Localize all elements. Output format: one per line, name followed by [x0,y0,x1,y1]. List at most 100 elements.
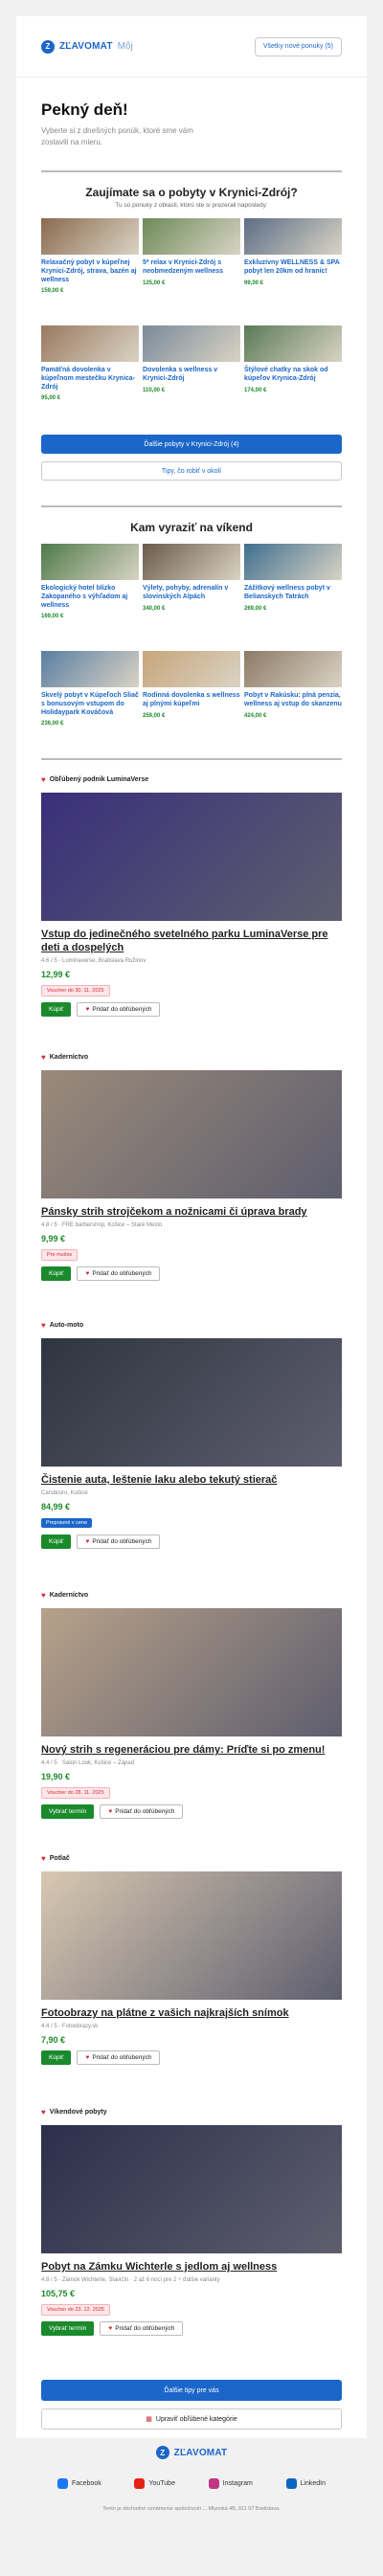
social-link-youtube[interactable]: YouTube [134,2478,175,2489]
deal-action-button[interactable]: Kúpiť [41,2050,72,2065]
offer-tile[interactable]: Výlety, pohyby, adrenalín v slovinských … [143,544,240,647]
add-favorite-button[interactable]: ♥ Pridať do obľúbených [77,1266,161,1281]
deal-title[interactable]: Fotoobrazy na plátne z vašich najkrajšíc… [41,2007,342,2021]
logo-icon: Z [41,39,55,54]
offer-tile[interactable]: Štýlové chatky na skok od kúpeľov Krynic… [244,325,342,429]
deal-action-button[interactable]: Kúpiť [41,1534,72,1549]
heart-icon: ♥ [41,1590,46,1600]
heart-icon: ♥ [85,2053,90,2061]
deal-title[interactable]: Pánsky strih strojčekom a nožnicami či ú… [41,1206,342,1220]
deal-title[interactable]: Čistenie auta, leštenie laku alebo tekut… [41,1474,342,1488]
deal-location: 4.8 / 5 · Zámok Wichterle, Slavičín · 2 … [41,2276,220,2283]
offer-tile[interactable]: Exkluzívny WELLNESS & SPA pobyt len 20km… [244,218,342,322]
deal-category-label: Kaderníctvo [49,1591,89,1599]
deal-image[interactable] [41,793,342,921]
deal-category: ♥ Víkendové pobyty [41,2106,342,2117]
deal-image[interactable] [41,1608,342,1736]
add-favorite-button[interactable]: ♥ Pridať do obľúbených [100,2320,184,2336]
heart-icon: ♥ [41,2107,46,2117]
social-label: LinkedIn [300,2480,326,2487]
offer-title: Relaxačný pobyt v kúpeľnej Krynici-Zdrój… [41,259,137,283]
deal-location: 4.8 / 5 · FRE barbershop, Košice – Staré… [41,1221,163,1228]
offer-tile[interactable]: Skvelý pobyt v Kúpeľoch Sliač s bonusový… [41,651,139,754]
deal-price: 12,99 € [41,969,71,979]
offer-tile[interactable]: Pobyt v Rakúsku: plná penzia, wellness a… [244,651,342,754]
footer-address: Tento je obchodné oznámenie spoločnosti … [102,2506,281,2512]
deal-title[interactable]: Pobyt na Zámku Wichterle s jedlom aj wel… [41,2261,342,2274]
social-label: Facebook [72,2480,101,2487]
deal-category: ♥ Auto-moto [41,1319,342,1331]
greeting-title: Pekný deň! [41,101,128,119]
add-favorite-button[interactable]: ♥ Pridať do obľúbených [77,1534,161,1549]
all-offers-button[interactable]: Všetky nové ponuky (5) [254,36,342,56]
offer-price: 269,00 € [244,605,267,612]
offer-title: Skvelý pobyt v Kúpeľoch Sliač s bonusový… [41,692,139,716]
deal-action-button[interactable]: Vybrať termín [41,1803,95,1819]
deal-location: 4.4 / 5 · Fotoobrazy.sk [41,2023,99,2029]
offer-title: Pobyt v Rakúsku: plná penzia, wellness a… [244,692,342,707]
footer: Z ZĽAVOMAT Facebook YouTube Instagram Linke… [0,2446,383,2512]
deal-category-label: Obľúbený podnik LuminaVerse [49,775,149,783]
deal-action-button[interactable]: Vybrať termín [41,2320,95,2336]
heart-icon: ♥ [85,1269,90,1277]
tips-button[interactable]: Tipy, čo robiť v okolí [41,461,342,482]
offer-tile[interactable]: Dovolenka s wellness v Krynici-Zdrój 110… [143,325,240,429]
offer-tile[interactable]: Rodinná dovolenka s wellness aj plnými k… [143,651,240,754]
divider [41,170,342,173]
offer-tile[interactable]: Relaxačný pobyt v kúpeľnej Krynici-Zdrój… [41,218,139,322]
offer-tile[interactable]: Ekologický hotel blízko Zakopaného s výh… [41,544,139,647]
deal-location: Carsbistro, Košice [41,1490,88,1496]
offer-image [244,325,342,363]
deal-badge: Voucher do 28. 11. 2025 [41,1786,110,1799]
add-favorite-label: Pridať do obľúbených [92,1537,152,1545]
offer-image [143,651,240,688]
heart-icon: ♥ [108,2324,113,2332]
deal-title[interactable]: Vstup do jedinečného svetelného parku Lu… [41,929,342,955]
deal-image[interactable] [41,2125,342,2253]
offer-tile[interactable]: 5* relax v Krynici-Zdrój s neobmedzeným … [143,218,240,322]
offer-price: 340,00 € [143,605,166,612]
offer-title: Výlety, pohyby, adrenalín v slovinských … [143,585,229,600]
social-link-facebook[interactable]: Facebook [57,2478,101,2489]
offer-price: 169,00 € [41,614,64,620]
heart-icon: ♥ [108,1807,113,1815]
deal-title[interactable]: Nový strih s regeneráciou pre dámy: Príď… [41,1744,342,1758]
offer-tile[interactable]: Zážitkový wellness pobyt v Belianskych T… [244,544,342,647]
offer-title: Ekologický hotel blízko Zakopaného s výh… [41,585,128,609]
offer-image [143,218,240,256]
add-favorite-label: Pridať do obľúbených [92,2053,152,2061]
deal-image[interactable] [41,1070,342,1198]
footer-logo[interactable]: Z ZĽAVOMAT [0,2446,383,2459]
heart-icon: ♥ [41,774,46,784]
add-favorite-button[interactable]: ♥ Pridať do obľúbených [77,1001,161,1017]
offer-grid: Relaxačný pobyt v kúpeľnej Krynici-Zdrój… [41,218,342,429]
heart-icon: ♥ [85,1537,90,1545]
deal-category: ♥ Obľúbený podnik LuminaVerse [41,773,342,785]
more-tips-button[interactable]: Ďalšie tipy pre vás [41,2380,342,2401]
edit-categories-button[interactable]: ▦ Upraviť obľúbené kategórie [41,2408,342,2430]
deal-category-label: Víkendové pobyty [49,2108,107,2116]
deal-location: 4.4 / 5 · Salon Look, Košice – Západ [41,1759,135,1766]
deal-image[interactable] [41,1871,342,2000]
deal-category: ♥ Potlač [41,1852,342,1864]
offer-tile[interactable]: Pamäťná dovolenka v kúpeľnom mestečku Kr… [41,325,139,429]
deal-image[interactable] [41,1338,342,1467]
offer-image [244,544,342,581]
section-krynica: Zaujímate sa o pobyty v Krynici-Zdrój? T… [16,186,367,482]
more-krynica-button[interactable]: Ďalšie pobyty v Krynici-Zdrój (4) [41,435,342,455]
heart-icon: ♥ [41,1052,46,1062]
deal-action-button[interactable]: Kúpiť [41,1266,72,1281]
add-favorite-button[interactable]: ♥ Pridať do obľúbených [100,1803,184,1819]
logo[interactable]: Z ZĽAVOMAT Môj [41,39,133,54]
social-link-linkedin[interactable]: LinkedIn [285,2478,326,2489]
offer-title: Exkluzívny WELLNESS & SPA pobyt len 20km… [244,259,340,275]
greeting-text: Vyberte si z dnešných ponúk, ktoré sme v… [41,126,193,146]
social-link-instagram[interactable]: Instagram [208,2478,253,2489]
offer-grid: Ekologický hotel blízko Zakopaného s výh… [41,544,342,754]
deal-badge: Prepravné v cene [41,1517,93,1528]
deal-action-button[interactable]: Kúpiť [41,1001,72,1017]
add-favorite-button[interactable]: ♥ Pridať do obľúbených [77,2050,161,2065]
deal-category: ♥ Kaderníctvo [41,1589,342,1601]
social-links: Facebook YouTube Instagram LinkedIn [57,2478,326,2489]
add-favorite-label: Pridať do obľúbených [92,1269,152,1277]
